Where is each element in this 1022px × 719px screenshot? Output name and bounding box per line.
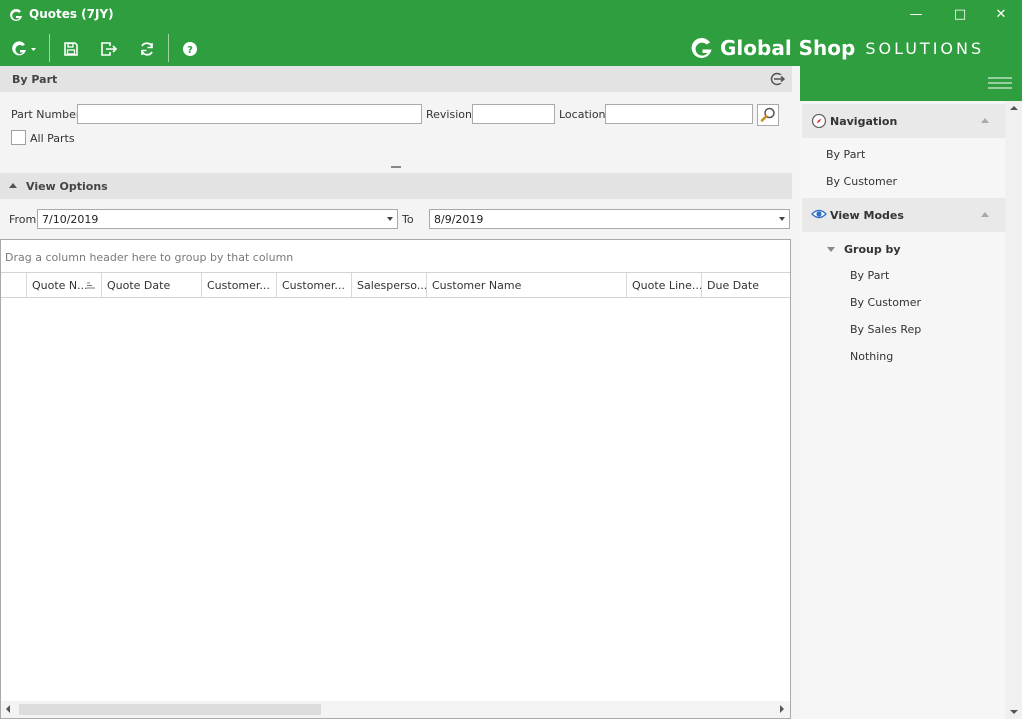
column-header-due-date[interactable]: Due Date bbox=[702, 273, 790, 298]
sort-ascending-icon bbox=[87, 282, 95, 289]
by-part-header: By Part bbox=[0, 66, 792, 92]
column-header-quote-date[interactable]: Quote Date bbox=[102, 273, 202, 298]
maximize-button[interactable]: □ bbox=[950, 5, 970, 25]
view-options-title: View Options bbox=[26, 180, 108, 193]
title-bar: Quotes (7JY) — □ ✕ bbox=[0, 0, 1022, 30]
by-part-title: By Part bbox=[12, 73, 58, 86]
dock-out-icon[interactable] bbox=[770, 72, 785, 86]
exit-button[interactable] bbox=[98, 38, 120, 60]
side-panel-header bbox=[800, 66, 1022, 101]
column-header-customer-name[interactable]: Customer Name bbox=[427, 273, 627, 298]
app-logo-icon bbox=[10, 8, 22, 21]
compass-icon bbox=[811, 113, 827, 129]
column-header-customer-2[interactable]: Customer... bbox=[277, 273, 352, 298]
quotes-grid: Drag a column header here to group by th… bbox=[0, 239, 791, 719]
group-by-item-part[interactable]: By Part bbox=[850, 269, 889, 282]
help-button[interactable]: ? bbox=[179, 38, 201, 60]
main-panel: By Part Part Number Revision Location Al… bbox=[0, 66, 800, 719]
window-title: Quotes (7JY) bbox=[29, 7, 114, 21]
scroll-left-icon[interactable] bbox=[6, 705, 10, 713]
view-options-header[interactable]: View Options bbox=[0, 173, 792, 199]
save-button[interactable] bbox=[60, 38, 82, 60]
side-vertical-scrollbar[interactable] bbox=[1005, 101, 1022, 719]
nav-item-by-part[interactable]: By Part bbox=[826, 148, 865, 161]
toolbar-separator bbox=[168, 34, 169, 62]
search-icon bbox=[760, 107, 775, 122]
group-by-item-nothing[interactable]: Nothing bbox=[850, 350, 893, 363]
view-modes-title: View Modes bbox=[830, 209, 904, 222]
from-date-picker[interactable]: 7/10/2019 bbox=[37, 209, 398, 229]
toolbar-separator bbox=[49, 34, 50, 62]
view-modes-section-header[interactable]: View Modes bbox=[802, 198, 1005, 232]
column-header-salesperson[interactable]: Salesperso... bbox=[352, 273, 427, 298]
dropdown-arrow-icon[interactable] bbox=[779, 217, 785, 221]
dropdown-arrow-icon[interactable] bbox=[387, 217, 393, 221]
to-label: To bbox=[402, 213, 414, 226]
from-date-value: 7/10/2019 bbox=[42, 213, 99, 226]
revision-input[interactable] bbox=[472, 104, 555, 124]
splitter-grip[interactable] bbox=[391, 166, 401, 168]
collapse-caret-icon[interactable] bbox=[9, 183, 17, 188]
save-icon bbox=[64, 42, 78, 56]
brand-name: Global Shop bbox=[720, 36, 856, 60]
refresh-button[interactable] bbox=[136, 38, 158, 60]
all-parts-label: All Parts bbox=[30, 132, 75, 145]
navigation-section-header[interactable]: Navigation bbox=[802, 104, 1005, 138]
row-indicator-header bbox=[1, 273, 27, 298]
group-by-item-sales-rep[interactable]: By Sales Rep bbox=[850, 323, 921, 336]
part-number-input[interactable] bbox=[77, 104, 422, 124]
group-by-label[interactable]: Group by bbox=[844, 243, 901, 256]
eye-icon bbox=[811, 209, 827, 219]
expand-caret-icon[interactable] bbox=[827, 247, 835, 252]
hamburger-menu-icon[interactable] bbox=[988, 77, 1012, 89]
minimize-button[interactable]: — bbox=[906, 5, 926, 25]
brand-g-icon bbox=[691, 37, 712, 58]
to-date-value: 8/9/2019 bbox=[434, 213, 484, 226]
search-button[interactable] bbox=[757, 104, 779, 126]
horizontal-scrollbar[interactable] bbox=[1, 701, 790, 718]
location-input[interactable] bbox=[605, 104, 753, 124]
side-panel: Navigation By Part By Customer View Mode… bbox=[800, 66, 1022, 719]
group-by-item-customer[interactable]: By Customer bbox=[850, 296, 921, 309]
column-header-customer-1[interactable]: Customer... bbox=[202, 273, 277, 298]
from-label: From bbox=[9, 213, 37, 226]
nav-item-by-customer[interactable]: By Customer bbox=[826, 175, 897, 188]
location-label: Location bbox=[559, 108, 606, 121]
navigation-title: Navigation bbox=[830, 115, 898, 128]
scroll-up-icon[interactable] bbox=[1010, 106, 1018, 110]
g-menu-icon bbox=[12, 41, 36, 56]
brand-suffix: SOLUTIONS bbox=[865, 38, 985, 58]
g-menu-button[interactable] bbox=[9, 38, 39, 60]
collapse-caret-icon[interactable] bbox=[981, 118, 989, 123]
group-by-panel[interactable]: Drag a column header here to group by th… bbox=[1, 240, 790, 273]
svg-text:?: ? bbox=[187, 45, 193, 56]
exit-icon bbox=[101, 42, 118, 56]
to-date-picker[interactable]: 8/9/2019 bbox=[429, 209, 790, 229]
part-number-label: Part Number bbox=[11, 108, 81, 121]
revision-label: Revision bbox=[426, 108, 472, 121]
column-header-quote-number[interactable]: Quote N... bbox=[27, 273, 102, 298]
scroll-right-icon[interactable] bbox=[780, 705, 784, 713]
toolbar: ? Global Shop SOLUTIONS bbox=[0, 30, 1022, 66]
brand-logo: Global Shop SOLUTIONS bbox=[690, 34, 984, 62]
horizontal-scroll-thumb[interactable] bbox=[19, 704, 321, 715]
column-header-label: Quote N... bbox=[32, 279, 88, 292]
refresh-icon bbox=[141, 42, 153, 56]
help-icon: ? bbox=[183, 42, 197, 56]
column-header-quote-line[interactable]: Quote Line... bbox=[627, 273, 702, 298]
all-parts-checkbox[interactable] bbox=[11, 130, 26, 145]
scroll-down-icon[interactable] bbox=[1010, 710, 1018, 714]
collapse-caret-icon[interactable] bbox=[981, 212, 989, 217]
close-button[interactable]: ✕ bbox=[991, 5, 1011, 25]
